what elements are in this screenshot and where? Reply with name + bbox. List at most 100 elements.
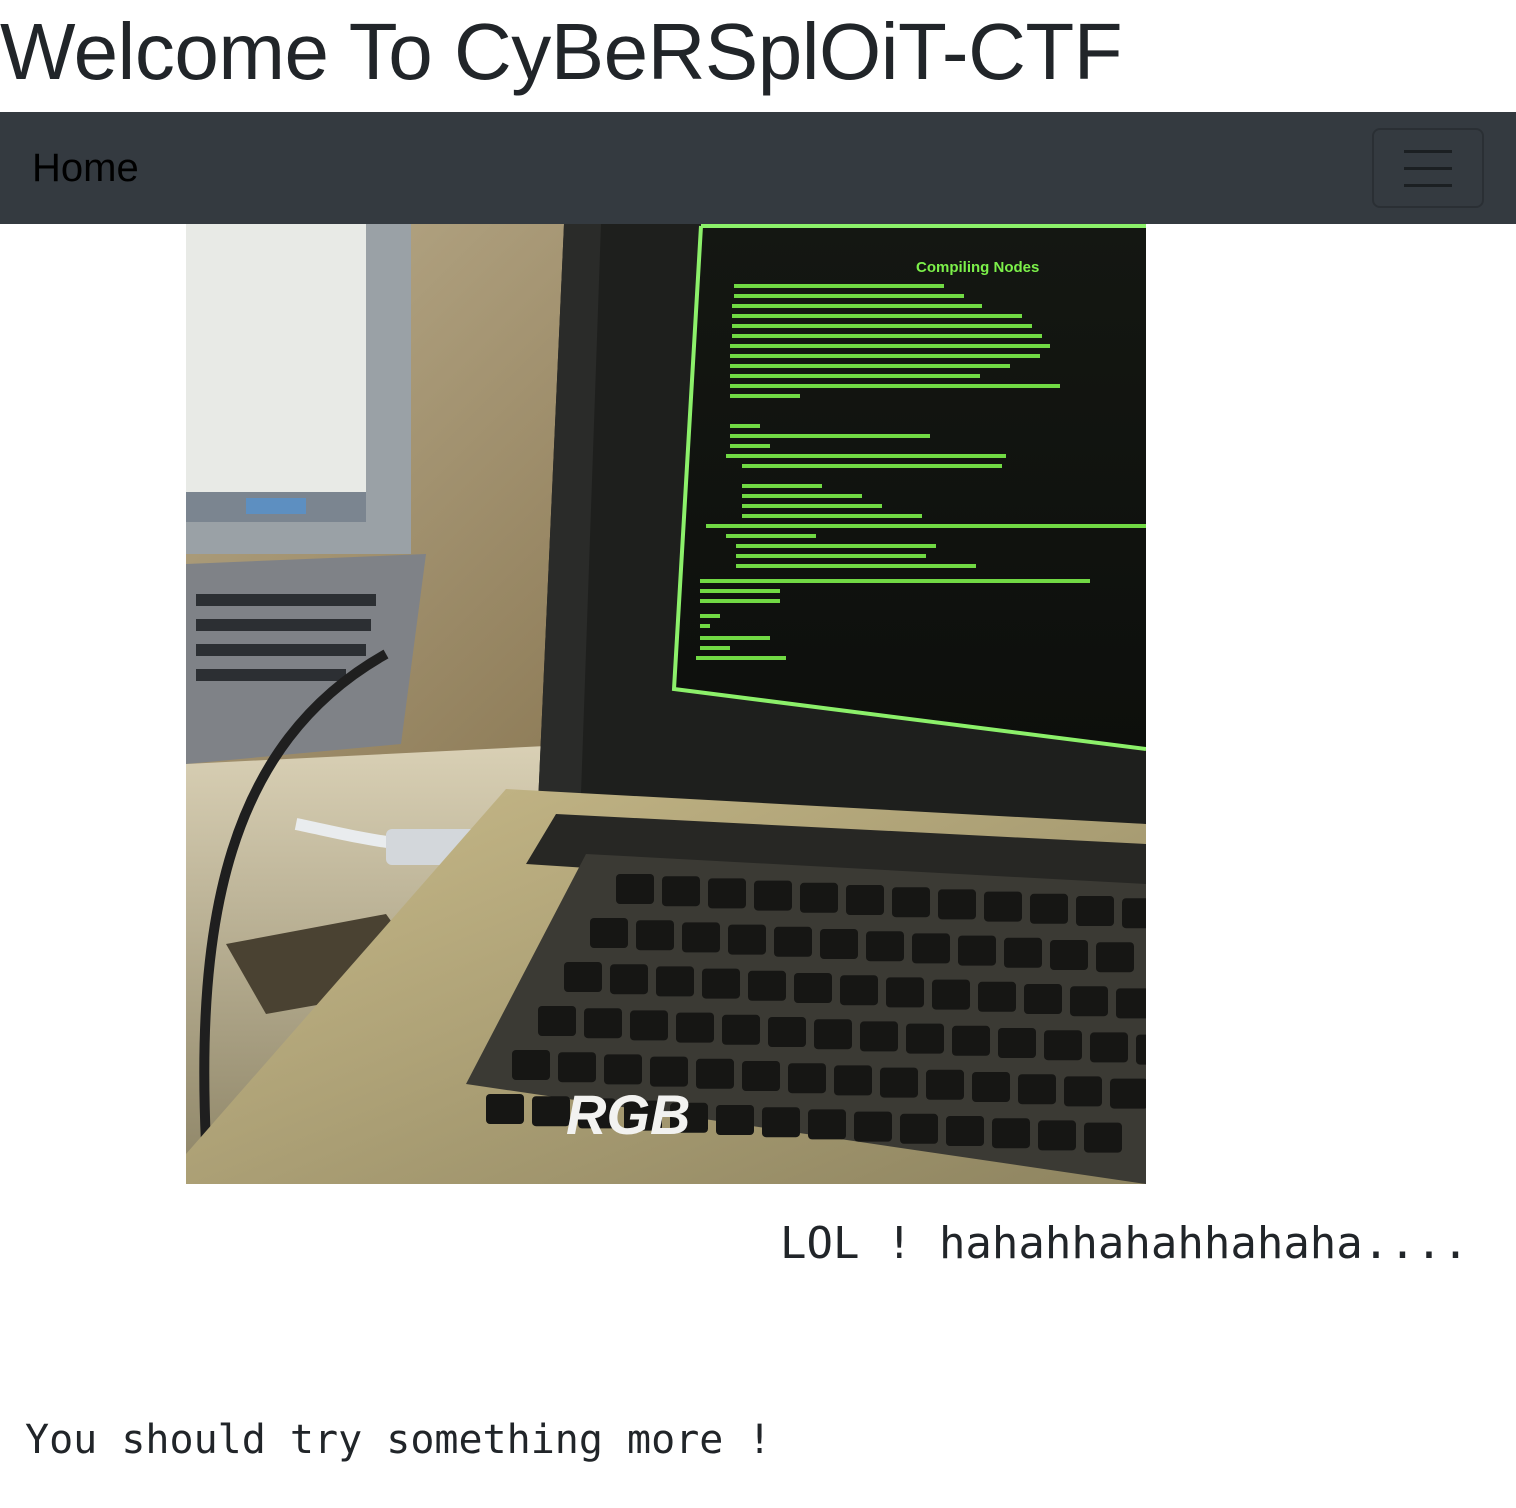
code-line	[736, 544, 936, 548]
keyboard-key	[834, 1065, 872, 1096]
keyboard-key	[762, 1107, 800, 1138]
keyboard-key	[998, 1028, 1036, 1058]
keyboard-key	[1030, 893, 1068, 924]
keyboard-key	[808, 1109, 846, 1140]
keyboard-key	[854, 1111, 892, 1142]
code-line	[730, 444, 770, 448]
code-line	[700, 646, 730, 650]
code-line	[700, 636, 770, 640]
keyboard-key	[992, 1118, 1030, 1149]
keyboard-key	[616, 874, 654, 904]
keyboard-key	[604, 1054, 642, 1085]
code-line	[696, 656, 786, 660]
keyboard-key	[636, 920, 674, 951]
keyboard-key	[926, 1069, 964, 1100]
keyboard-key	[696, 1058, 734, 1089]
keyboard-key	[1122, 898, 1146, 929]
keyboard-key	[892, 887, 930, 918]
code-line	[730, 344, 1050, 348]
keyboard-key	[1116, 988, 1146, 1019]
keyboard-key	[978, 981, 1016, 1012]
code-line	[700, 599, 780, 603]
keyboard-key	[886, 977, 924, 1008]
code-line	[742, 494, 862, 498]
keyboard-key	[708, 878, 746, 909]
nav-home-link[interactable]: Home	[32, 142, 139, 194]
code-line	[732, 314, 1022, 318]
keyboard-key	[702, 968, 740, 999]
code-line	[706, 524, 1146, 528]
keyboard-key	[912, 933, 950, 964]
code-line	[730, 434, 930, 438]
keyboard-key	[486, 1094, 524, 1124]
keyboard-key	[788, 1063, 826, 1094]
keyboard-key	[676, 1012, 714, 1043]
keyboard-key	[1018, 1074, 1056, 1105]
code-line	[742, 484, 822, 488]
keyboard-key	[538, 1006, 576, 1036]
keyboard-key	[938, 889, 976, 920]
code-line	[732, 304, 982, 308]
keyboard-key	[558, 1052, 596, 1083]
keyboard-key	[1004, 937, 1042, 968]
keyboard-key	[532, 1096, 570, 1127]
keyboard-key	[814, 1019, 852, 1050]
code-line	[700, 589, 780, 593]
keyboard-key	[1070, 986, 1108, 1017]
code-line	[742, 514, 922, 518]
screen-heading: Compiling Nodes	[916, 259, 1039, 276]
keyboard-key	[1038, 1120, 1076, 1151]
keyboard-key	[946, 1116, 984, 1146]
keyboard-key	[728, 924, 766, 955]
keyboard-key	[1044, 1030, 1082, 1061]
code-line	[726, 454, 1006, 458]
keyboard-key	[748, 970, 786, 1001]
keyboard-key	[866, 931, 904, 962]
code-line	[730, 364, 1010, 368]
keyboard-key	[860, 1021, 898, 1052]
keyboard-key	[846, 885, 884, 915]
keyboard-key	[800, 882, 838, 913]
code-line	[742, 464, 1002, 468]
keyboard-key	[662, 876, 700, 907]
code-line	[742, 504, 882, 508]
keyboard-key	[1050, 940, 1088, 970]
keyboard-key	[900, 1113, 938, 1144]
code-line	[730, 384, 1060, 388]
keyboard-key	[958, 935, 996, 966]
rgb-watermark: RGB	[566, 1083, 690, 1146]
keyboard-key	[1024, 984, 1062, 1014]
code-line	[736, 554, 926, 558]
code-line	[730, 424, 760, 428]
keyboard-key	[584, 1008, 622, 1039]
code-line	[726, 534, 816, 538]
code-line	[730, 394, 800, 398]
keyboard-key	[906, 1023, 944, 1054]
keyboard-key	[1064, 1076, 1102, 1107]
keyboard-key	[984, 891, 1022, 922]
hero-image: Compiling Nodes RGB	[186, 224, 1146, 1184]
keyboard-key	[972, 1072, 1010, 1102]
keyboard-key	[722, 1014, 760, 1045]
keyboard-key	[1084, 1122, 1122, 1153]
keyboard-key	[590, 918, 628, 948]
keyboard-key	[630, 1010, 668, 1041]
keyboard-key	[564, 962, 602, 992]
keyboard-key	[1076, 896, 1114, 926]
keyboard-key	[1136, 1034, 1146, 1065]
keyboard-key	[794, 973, 832, 1003]
code-line	[732, 324, 1032, 328]
code-line	[734, 294, 964, 298]
keyboard-key	[840, 975, 878, 1006]
page-title: Welcome To CyBeRSplOiT-CTF	[0, 7, 1123, 96]
navbar-toggler-button[interactable]	[1372, 128, 1484, 208]
keyboard-key	[716, 1105, 754, 1135]
navbar: Home	[0, 112, 1516, 224]
keyboard-key	[880, 1067, 918, 1098]
keyboard-key	[1090, 1032, 1128, 1063]
code-line	[734, 284, 944, 288]
keyboard-key	[952, 1025, 990, 1056]
keyboard-key	[1096, 942, 1134, 973]
marquee-text: LOL ! hahahhahahhahaha....	[780, 1218, 1469, 1269]
keyboard-key	[512, 1050, 550, 1080]
